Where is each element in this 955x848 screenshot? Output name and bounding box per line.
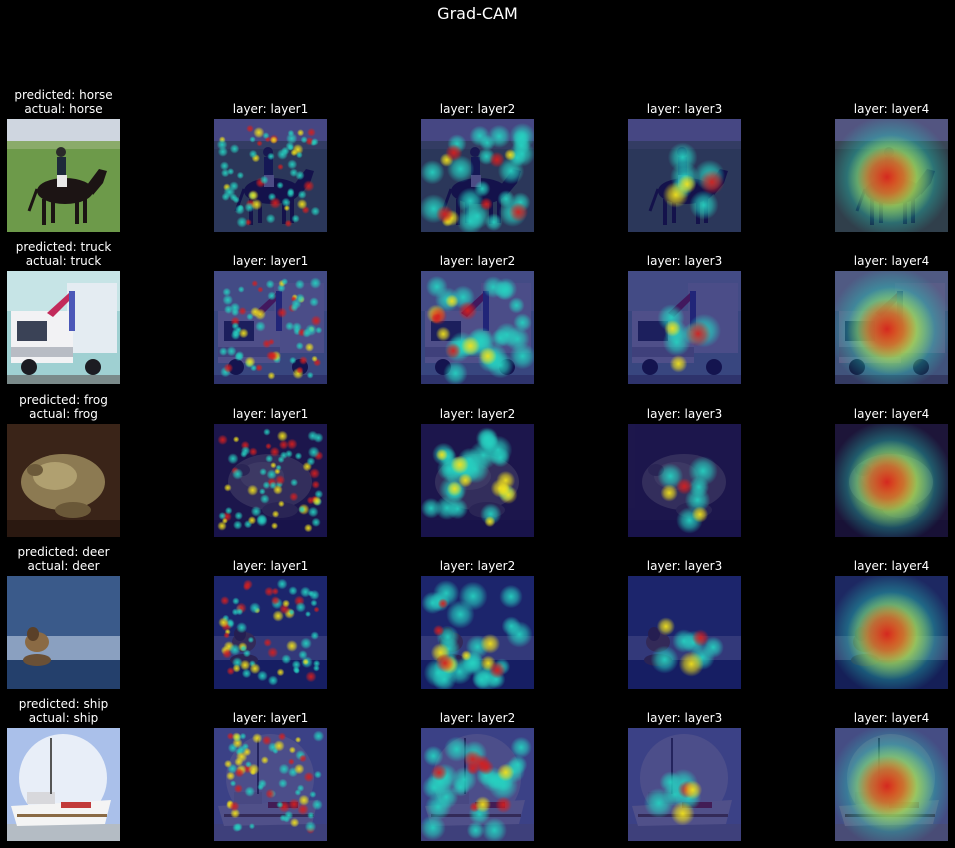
layer-title: layer: layer1 [232, 711, 309, 725]
photo-image [7, 576, 120, 689]
frog-photo [7, 424, 120, 537]
heatmap-image [421, 424, 534, 537]
actual-label: actual: ship [28, 711, 99, 725]
actual-label: actual: horse [24, 102, 103, 116]
heatmap-image [835, 728, 948, 841]
heatmap-image [421, 576, 534, 689]
deer-photo [7, 576, 120, 689]
predicted-label: predicted: horse [14, 88, 113, 102]
truck-photo [7, 271, 120, 384]
predicted-label: predicted: truck [15, 240, 112, 254]
truck-heatmap [835, 271, 948, 384]
heatmap-image [421, 119, 534, 232]
frog-heatmap [214, 424, 327, 537]
heatmap-image [628, 576, 741, 689]
heatmap-image [214, 271, 327, 384]
heatmap-image [214, 424, 327, 537]
frog-heatmap [421, 424, 534, 537]
frog-heatmap [628, 424, 741, 537]
heatmap-image [835, 271, 948, 384]
ship-photo [7, 728, 120, 841]
layer-title: layer: layer3 [646, 254, 723, 268]
truck-heatmap [214, 271, 327, 384]
actual-label: actual: deer [27, 559, 100, 573]
layer-title: layer: layer1 [232, 559, 309, 573]
prediction-title: predicted: frog actual: frog [0, 393, 170, 421]
layer-title: layer: layer3 [646, 102, 723, 116]
layer-title: layer: layer3 [646, 711, 723, 725]
ship-heatmap [628, 728, 741, 841]
ship-heatmap [835, 728, 948, 841]
layer-title: layer: layer2 [439, 102, 516, 116]
photo-image [7, 728, 120, 841]
predicted-label: predicted: deer [17, 545, 110, 559]
heatmap-image [835, 424, 948, 537]
actual-label: actual: frog [29, 407, 98, 421]
horse-heatmap [214, 119, 327, 232]
layer-title: layer: layer2 [439, 711, 516, 725]
prediction-title: predicted: truck actual: truck [0, 240, 170, 268]
horse-heatmap [421, 119, 534, 232]
layer-title: layer: layer1 [232, 407, 309, 421]
heatmap-image [628, 728, 741, 841]
actual-label: actual: truck [25, 254, 102, 268]
layer-title: layer: layer3 [646, 407, 723, 421]
photo-image [7, 119, 120, 232]
deer-heatmap [628, 576, 741, 689]
layer-title: layer: layer2 [439, 559, 516, 573]
prediction-title: predicted: horse actual: horse [0, 88, 170, 116]
deer-heatmap [421, 576, 534, 689]
deer-heatmap [835, 576, 948, 689]
heatmap-image [628, 424, 741, 537]
frog-heatmap [835, 424, 948, 537]
ship-heatmap [214, 728, 327, 841]
prediction-title: predicted: ship actual: ship [0, 697, 170, 725]
truck-heatmap [421, 271, 534, 384]
heatmap-image [835, 576, 948, 689]
predicted-label: predicted: frog [19, 393, 108, 407]
figure-title: Grad-CAM [437, 4, 518, 23]
heatmap-image [421, 728, 534, 841]
photo-image [7, 424, 120, 537]
heatmap-image [214, 576, 327, 689]
horse-heatmap [628, 119, 741, 232]
layer-title: layer: layer4 [853, 254, 930, 268]
prediction-title: predicted: deer actual: deer [0, 545, 170, 573]
layer-title: layer: layer1 [232, 254, 309, 268]
ship-heatmap [421, 728, 534, 841]
layer-title: layer: layer2 [439, 254, 516, 268]
horse-photo [7, 119, 120, 232]
truck-heatmap [628, 271, 741, 384]
heatmap-image [628, 271, 741, 384]
layer-title: layer: layer4 [853, 711, 930, 725]
layer-title: layer: layer4 [853, 407, 930, 421]
layer-title: layer: layer3 [646, 559, 723, 573]
heatmap-image [214, 119, 327, 232]
predicted-label: predicted: ship [18, 697, 109, 711]
deer-heatmap [214, 576, 327, 689]
heatmap-image [214, 728, 327, 841]
layer-title: layer: layer1 [232, 102, 309, 116]
horse-heatmap [835, 119, 948, 232]
layer-title: layer: layer4 [853, 559, 930, 573]
heatmap-image [421, 271, 534, 384]
heatmap-image [835, 119, 948, 232]
layer-title: layer: layer4 [853, 102, 930, 116]
layer-title: layer: layer2 [439, 407, 516, 421]
photo-image [7, 271, 120, 384]
heatmap-image [628, 119, 741, 232]
